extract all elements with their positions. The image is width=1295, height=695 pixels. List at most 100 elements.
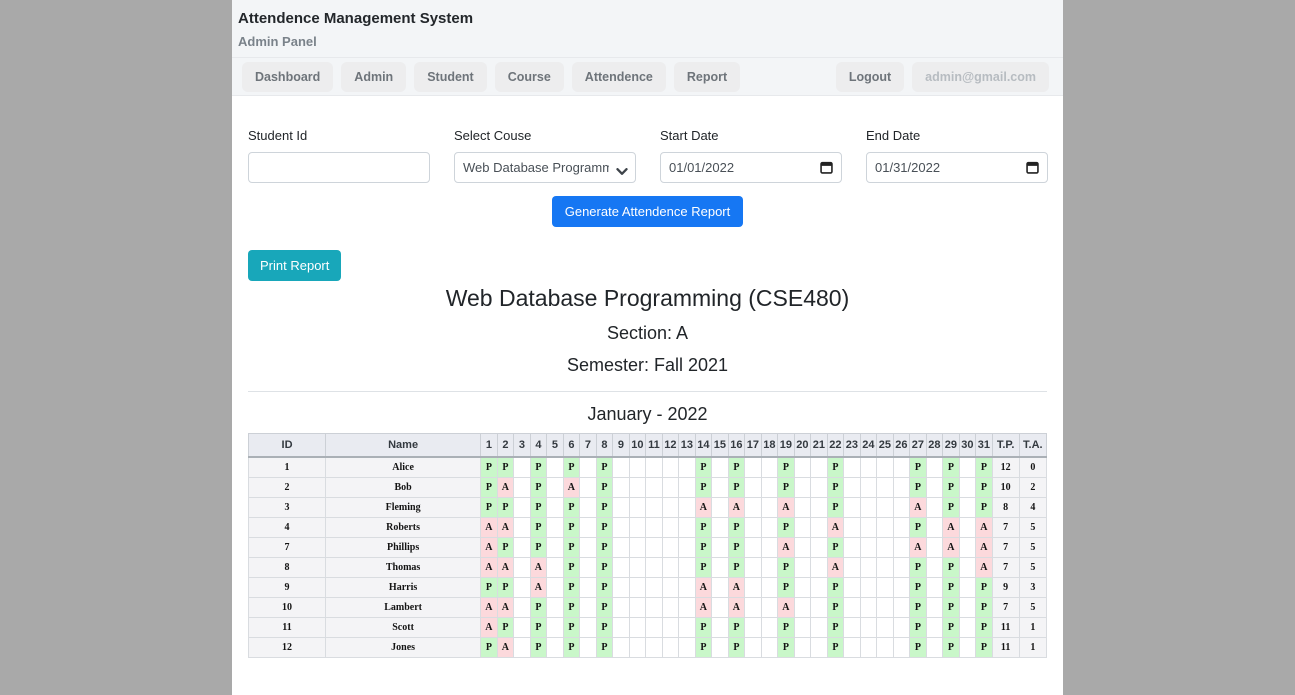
- attendance-day-cell: [629, 597, 646, 617]
- attendance-day-cell: P: [563, 537, 580, 557]
- total-absent-cell: 5: [1019, 557, 1046, 577]
- student-name-cell: Scott: [326, 617, 481, 637]
- col-header-day: 31: [976, 434, 993, 458]
- page-header: Attendence Management System Admin Panel: [232, 0, 1063, 58]
- start-date-field-group: Start Date: [660, 128, 842, 183]
- attendance-day-cell: P: [827, 537, 844, 557]
- attendance-day-cell: [794, 557, 811, 577]
- start-date-label: Start Date: [660, 128, 842, 143]
- attendance-day-cell: [811, 617, 828, 637]
- attendance-day-cell: [844, 497, 861, 517]
- attendance-day-cell: [811, 517, 828, 537]
- nav-item-course[interactable]: Course: [495, 62, 564, 92]
- col-header-day: 24: [860, 434, 877, 458]
- nav-item-report[interactable]: Report: [674, 62, 740, 92]
- attendance-day-cell: P: [827, 617, 844, 637]
- attendance-day-cell: [613, 577, 630, 597]
- attendance-day-cell: P: [530, 597, 547, 617]
- attendance-day-cell: [514, 557, 531, 577]
- total-present-cell: 8: [992, 497, 1019, 517]
- attendance-day-cell: [893, 577, 910, 597]
- student-name-cell: Harris: [326, 577, 481, 597]
- attendance-day-cell: [926, 537, 943, 557]
- attendance-day-cell: P: [910, 637, 927, 657]
- student-id-cell: 11: [249, 617, 326, 637]
- attendance-day-cell: [860, 617, 877, 637]
- attendance-day-cell: P: [481, 477, 498, 497]
- total-present-cell: 9: [992, 577, 1019, 597]
- attendance-day-cell: [877, 537, 894, 557]
- attendance-day-cell: [547, 577, 564, 597]
- attendance-day-cell: P: [827, 457, 844, 477]
- attendance-day-cell: P: [563, 637, 580, 657]
- attendance-day-cell: [712, 477, 729, 497]
- start-date-input[interactable]: [660, 152, 842, 183]
- attendance-day-cell: P: [910, 597, 927, 617]
- attendance-day-cell: [580, 457, 597, 477]
- attendance-day-cell: [745, 557, 762, 577]
- attendance-day-cell: [745, 597, 762, 617]
- attendance-day-cell: [877, 577, 894, 597]
- attendance-day-cell: [877, 517, 894, 537]
- col-header-day: 23: [844, 434, 861, 458]
- student-id-label: Student Id: [248, 128, 430, 143]
- attendance-day-cell: [613, 537, 630, 557]
- attendance-day-cell: [514, 537, 531, 557]
- attendance-day-cell: A: [497, 477, 514, 497]
- print-row: Print Report: [232, 227, 1063, 281]
- attendance-day-cell: [712, 557, 729, 577]
- student-id-input[interactable]: [248, 152, 430, 183]
- attendance-day-cell: [860, 497, 877, 517]
- student-name-cell: Bob: [326, 477, 481, 497]
- attendance-day-cell: [712, 577, 729, 597]
- nav-item-attendence[interactable]: Attendence: [572, 62, 666, 92]
- nav-item-admin[interactable]: Admin: [341, 62, 406, 92]
- attendance-day-cell: P: [943, 477, 960, 497]
- attendance-day-cell: P: [910, 517, 927, 537]
- attendance-day-cell: A: [481, 617, 498, 637]
- attendance-day-cell: P: [910, 457, 927, 477]
- attendance-day-cell: [811, 497, 828, 517]
- attendance-day-cell: A: [778, 537, 795, 557]
- col-header-day: 4: [530, 434, 547, 458]
- attendance-day-cell: A: [976, 537, 993, 557]
- attendance-day-cell: [877, 617, 894, 637]
- attendance-day-cell: P: [596, 637, 613, 657]
- logout-button[interactable]: Logout: [836, 62, 904, 92]
- student-name-cell: Thomas: [326, 557, 481, 577]
- attendance-day-cell: [877, 597, 894, 617]
- attendance-day-cell: A: [481, 517, 498, 537]
- attendance-day-cell: P: [695, 637, 712, 657]
- report-course-title: Web Database Programming (CSE480): [232, 285, 1063, 312]
- col-header-day: 6: [563, 434, 580, 458]
- attendance-day-cell: [761, 617, 778, 637]
- attendance-day-cell: [580, 637, 597, 657]
- col-header-total-present: T.P.: [992, 434, 1019, 458]
- end-date-input[interactable]: [866, 152, 1048, 183]
- attendance-day-cell: [877, 497, 894, 517]
- student-name-cell: Jones: [326, 637, 481, 657]
- print-report-button[interactable]: Print Report: [248, 250, 341, 281]
- report-section: Section: A: [232, 323, 1063, 344]
- student-name-cell: Roberts: [326, 517, 481, 537]
- nav-item-dashboard[interactable]: Dashboard: [242, 62, 333, 92]
- attendance-day-cell: A: [910, 497, 927, 517]
- col-header-day: 5: [547, 434, 564, 458]
- attendance-day-cell: P: [497, 537, 514, 557]
- student-id-cell: 7: [249, 537, 326, 557]
- table-row: 4RobertsAAPPPPPPAPAA75: [249, 517, 1047, 537]
- generate-report-button[interactable]: Generate Attendence Report: [552, 196, 744, 227]
- attendance-day-cell: [547, 477, 564, 497]
- table-row: 12JonesPAPPPPPPPPPP111: [249, 637, 1047, 657]
- nav-item-student[interactable]: Student: [414, 62, 487, 92]
- attendance-day-cell: A: [976, 517, 993, 537]
- attendance-day-cell: [646, 497, 663, 517]
- course-select[interactable]: Web Database Programming: [454, 152, 636, 183]
- col-header-day: 20: [794, 434, 811, 458]
- attendance-day-cell: P: [497, 617, 514, 637]
- attendance-day-cell: [662, 477, 679, 497]
- attendance-table: IDName1234567891011121314151617181920212…: [248, 433, 1047, 658]
- attendance-day-cell: P: [497, 457, 514, 477]
- attendance-day-cell: P: [728, 617, 745, 637]
- attendance-day-cell: [629, 477, 646, 497]
